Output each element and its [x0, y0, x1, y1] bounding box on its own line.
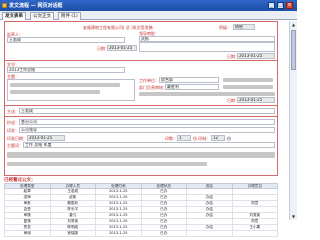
- divider: [5, 60, 277, 61]
- tab-bar: 发文表单 公文正文 附件 (1): [0, 11, 297, 20]
- review-date-field[interactable]: 2013-01-25: [237, 97, 275, 103]
- print-label: 印发：: [7, 128, 19, 133]
- minimize-button[interactable]: _: [268, 2, 275, 9]
- keywords-label: 主题词：: [7, 143, 23, 148]
- notes-line: [7, 162, 207, 166]
- scroll-down-arrow-icon[interactable]: ▼: [290, 213, 297, 220]
- work-unit-label: 工作单位：: [139, 78, 159, 83]
- close-button[interactable]: ×: [286, 2, 293, 9]
- notes-area: [7, 152, 275, 158]
- secret-label: 密级：: [219, 25, 231, 30]
- secret-level-field[interactable]: 明密: [233, 24, 255, 30]
- tab-document-body[interactable]: 公文正文: [30, 12, 54, 20]
- subject-area[interactable]: [7, 79, 135, 101]
- dept-review-field[interactable]: 戴胜利: [165, 84, 219, 90]
- cc-label: 抄送：: [7, 120, 19, 125]
- dept-opinion-line: [139, 92, 275, 96]
- dept-review-extra: [223, 85, 273, 89]
- work-unit-field[interactable]: 综合部: [159, 77, 219, 83]
- title-bar: 发文流程 — 网页对话框 _ □ ×: [0, 0, 297, 11]
- history-table: 处理类型 办理人员 处理时间 处理状态 送给 办理意见 起草 王若成 2013-1-…: [4, 183, 278, 237]
- table-cell: [231, 230, 278, 237]
- tab-attachments[interactable]: 附件 (1): [58, 12, 81, 20]
- window-title: 发文流程 — 网页对话框: [9, 3, 63, 9]
- leader-date-field[interactable]: 2013-01-25: [237, 53, 275, 59]
- keywords-field[interactable]: 工作 总结 年度: [23, 142, 275, 148]
- divider: [5, 105, 277, 106]
- cc-field[interactable]: 各分公司: [19, 119, 275, 125]
- leader-opinion-area[interactable]: [139, 42, 275, 52]
- draft-date-field[interactable]: 2013-01-25: [107, 45, 137, 51]
- pages-field[interactable]: 12: [211, 135, 225, 141]
- vertical-scrollbar[interactable]: ▲ ▼: [289, 21, 297, 220]
- print-field[interactable]: 公司领导: [19, 127, 275, 133]
- print-date-field[interactable]: 2013-01-25: [27, 135, 65, 141]
- table-cell: 宫瑞英: [49, 230, 96, 237]
- scroll-thumb[interactable]: [291, 30, 296, 70]
- table-cell: 审阅: [4, 230, 51, 237]
- subject-text-line: [10, 90, 100, 94]
- subject-text-line: [10, 83, 120, 87]
- copies-field[interactable]: 1: [177, 135, 191, 141]
- divider: [5, 116, 277, 117]
- main-send-label: 主送：: [7, 109, 19, 114]
- tab-form[interactable]: 发文表单: [2, 12, 26, 20]
- dispatch-form: 安顺建筑工程有限公司( 总 )发文签发稿 密级： 明密 起草人： 王若成 领导审…: [4, 21, 278, 176]
- table-row[interactable]: 审阅 宫瑞英 2013-1-25 已办: [4, 230, 278, 237]
- maximize-button[interactable]: □: [277, 2, 284, 9]
- table-cell: 2013-1-25: [95, 230, 142, 237]
- app-icon: [2, 3, 7, 8]
- main-send-field[interactable]: 王若成: [19, 108, 275, 114]
- table-cell: 已办: [140, 230, 187, 237]
- table-cell: [186, 230, 233, 237]
- drafter-field[interactable]: 王若成: [7, 37, 125, 43]
- dept-review-label: 部门负责审核：: [139, 85, 167, 90]
- scroll-up-arrow-icon[interactable]: ▲: [290, 21, 297, 28]
- work-unit-extra: [223, 78, 273, 82]
- doc-no-field[interactable]: 2013工作总结: [7, 67, 125, 73]
